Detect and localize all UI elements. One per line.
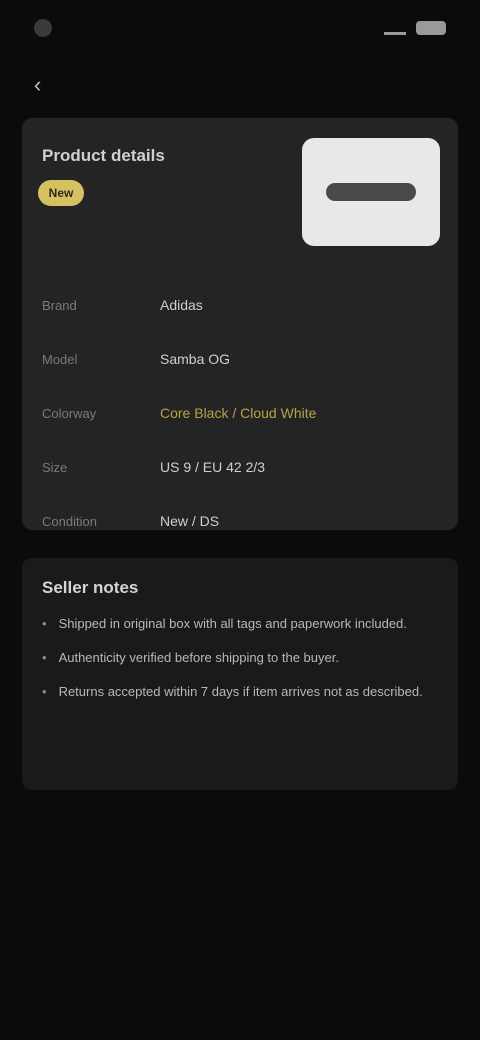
detail-rows: Brand Adidas Model Samba OG Colorway Cor… (42, 278, 442, 548)
bullet-icon: • (42, 650, 47, 665)
back-row: ‹ (34, 74, 41, 97)
note-text: Returns accepted within 7 days if item a… (58, 684, 423, 699)
signal-icon (384, 22, 406, 35)
list-item: • Returns accepted within 7 days if item… (42, 682, 438, 702)
status-left (34, 19, 62, 37)
row-value: Adidas (160, 297, 203, 313)
bullet-icon: • (42, 616, 47, 631)
back-arrow-icon[interactable]: ‹ (34, 72, 41, 97)
battery-icon (416, 21, 446, 35)
row-label: Condition (42, 513, 97, 529)
detail-card: Product details New Brand Adidas Model S… (22, 118, 458, 530)
detail-row-colorway: Colorway Core Black / Cloud White (42, 386, 442, 440)
detail-row-model: Model Samba OG (42, 332, 442, 386)
status-right (384, 21, 446, 35)
row-label: Brand (42, 297, 77, 313)
row-label: Size (42, 459, 68, 475)
row-label: Colorway (42, 405, 97, 421)
notes-list: • Shipped in original box with all tags … (42, 614, 438, 716)
detail-row-condition: Condition New / DS (42, 494, 442, 548)
list-item: • Shipped in original box with all tags … (42, 614, 438, 634)
row-value: New / DS (160, 513, 220, 529)
list-item: • Authenticity verified before shipping … (42, 648, 438, 668)
app-logo-icon (34, 19, 52, 37)
product-image[interactable] (302, 138, 440, 246)
status-bar (0, 0, 480, 56)
detail-row-size: Size US 9 / EU 42 2/3 (42, 440, 442, 494)
note-text: Authenticity verified before shipping to… (58, 650, 339, 665)
brand-logo-icon (326, 183, 416, 201)
note-text: Shipped in original box with all tags an… (58, 616, 407, 631)
row-value: Core Black / Cloud White (160, 405, 317, 421)
status-badge: New (38, 180, 84, 206)
notes-title: Seller notes (42, 578, 139, 597)
row-label: Model (42, 351, 78, 367)
row-value: Samba OG (160, 351, 231, 367)
bullet-icon: • (42, 684, 47, 699)
detail-row-brand: Brand Adidas (42, 278, 442, 332)
notes-card: Seller notes • Shipped in original box w… (22, 558, 458, 790)
detail-title: Product details (42, 146, 165, 165)
row-value: US 9 / EU 42 2/3 (160, 459, 266, 475)
